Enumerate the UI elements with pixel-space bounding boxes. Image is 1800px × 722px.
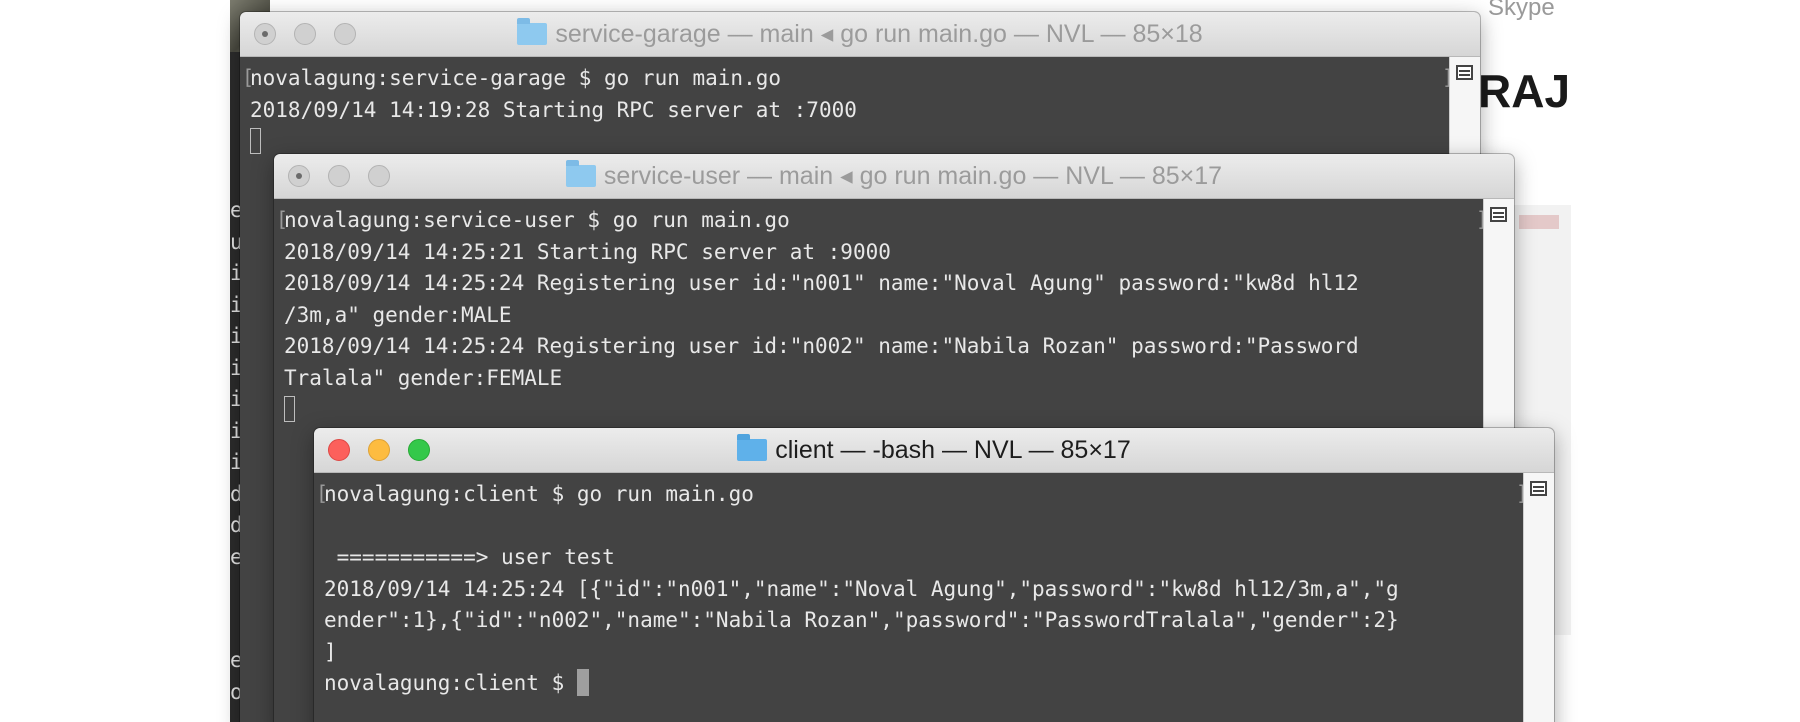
shell-prompt: novalagung:client $ [324, 671, 577, 695]
title-bar[interactable]: service-garage — main ◂ go run main.go —… [240, 12, 1480, 57]
terminal-prompt-line[interactable]: novalagung:client $ [324, 668, 1399, 700]
terminal-line: 2018/09/14 14:25:24 Registering user id:… [284, 271, 1359, 295]
terminal-cursor-line [284, 394, 1359, 426]
folder-icon [517, 18, 548, 45]
terminal-line: Tralala" gender:FEMALE [284, 365, 563, 390]
window-title-text: service-user — main ◂ go run main.go — N… [603, 162, 1223, 190]
skype-app-label: Skype [1488, 0, 1555, 21]
terminal-output[interactable]: novalagung:client $ go run main.go =====… [314, 473, 1409, 700]
split-pane-icon[interactable] [1530, 481, 1547, 496]
split-pane-icon[interactable] [1456, 65, 1473, 80]
terminal-line: 2018/09/14 14:25:24 [{"id":"n001","name"… [324, 576, 1399, 601]
cursor [284, 396, 295, 422]
window-title: service-user — main ◂ go run main.go — N… [274, 154, 1514, 198]
terminal-line: ] [324, 639, 337, 664]
window-title-text: service-garage — main ◂ go run main.go —… [555, 20, 1203, 48]
terminal-output[interactable]: novalagung:service-garage $ go run main.… [240, 57, 867, 158]
terminal-line: 2018/09/14 14:19:28 Starting RPC server … [250, 97, 857, 122]
window-title-text: client — -bash — NVL — 85×17 [775, 436, 1131, 464]
terminal-line: novalagung:service-user $ go run main.go [284, 208, 790, 232]
folder-icon [565, 160, 596, 187]
folder-icon [737, 434, 768, 461]
terminal-cursor-line [250, 126, 857, 158]
split-pane-icon[interactable] [1490, 207, 1507, 222]
terminal-line: 2018/09/14 14:25:21 Starting RPC server … [284, 239, 891, 264]
window-title: service-garage — main ◂ go run main.go —… [240, 12, 1480, 56]
terminal-line: ender":1},{"id":"n002","name":"Nabila Ro… [324, 608, 1399, 632]
terminal-line: novalagung:client $ go run main.go [324, 482, 754, 506]
title-bar[interactable]: service-user — main ◂ go run main.go — N… [274, 154, 1514, 199]
terminal-output[interactable]: novalagung:service-user $ go run main.go… [274, 199, 1369, 426]
cursor [250, 128, 261, 154]
title-bar[interactable]: client — -bash — NVL — 85×17 [314, 428, 1554, 473]
window-title: client — -bash — NVL — 85×17 [314, 428, 1554, 472]
desktop: euiiiiiiidde eok c Skype RAJ sc service-… [0, 0, 1800, 722]
terminal-window-client[interactable]: client — -bash — NVL — 85×17 [ novalagun… [314, 428, 1554, 722]
terminal-line: /3m,a" gender:MALE [284, 302, 512, 327]
background-heading: RAJ [1478, 65, 1571, 117]
terminal-line: 2018/09/14 14:25:24 Registering user id:… [284, 334, 1359, 358]
terminal-line: ===========> user test [324, 545, 615, 569]
terminal-line: novalagung:service-garage $ go run main.… [250, 66, 782, 90]
thumbnail-preview [1519, 215, 1559, 229]
cursor [576, 669, 589, 696]
scrollbar[interactable] [1523, 473, 1554, 722]
